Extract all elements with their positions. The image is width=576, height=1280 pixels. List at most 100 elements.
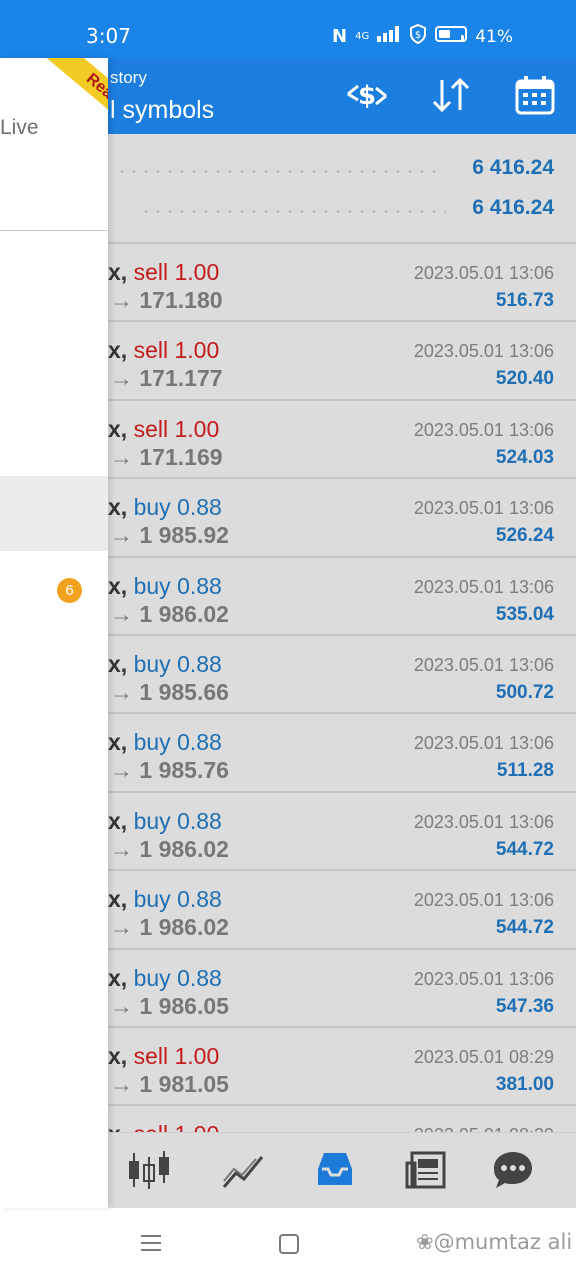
deal-side: sell (133, 1042, 169, 1069)
deal-side: buy (133, 964, 171, 991)
deal-volume: 1.00 (174, 415, 220, 442)
status-time: 3:07 (86, 24, 131, 48)
drawer-item-selected[interactable] (0, 476, 108, 551)
drawer-divider (0, 230, 108, 231)
deal-symbol: x, (108, 729, 128, 756)
chat-icon[interactable] (490, 1149, 536, 1191)
deal-title: x, sell 1.00 (108, 416, 219, 443)
deal-row[interactable]: x, buy 0.88 → 1 985.76 2023.05.01 13:06 511… (108, 712, 576, 790)
deal-symbol: x, (108, 886, 128, 913)
deal-side: buy (133, 494, 171, 521)
svg-text:$: $ (415, 30, 421, 41)
deal-symbol: x, (108, 572, 128, 599)
deal-price: → 1 985.76 (110, 757, 229, 784)
deal-side: sell (134, 1121, 169, 1132)
deal-profit: 520.40 (495, 368, 554, 390)
deal-profit: 524.03 (495, 446, 554, 468)
status-icons: N 4G $ 41% (332, 23, 513, 49)
deal-title: x, buy 0.88 (108, 886, 222, 913)
deal-title: x, buy 0.88 (108, 573, 222, 600)
summary-panel: 6 416.24 6 416.24 (108, 134, 576, 242)
history-icon[interactable] (312, 1149, 358, 1191)
deal-date: 2023.05.01 13:06 (413, 811, 554, 832)
deal-symbol: x, (108, 807, 128, 834)
deal-date: 2023.05.01 13:06 (413, 419, 554, 440)
deal-volume: 1.00 (174, 1042, 220, 1069)
deal-symbol: x, (108, 337, 128, 364)
deal-volume: 1.00 (174, 337, 220, 364)
deal-price: → 1 981.05 (110, 1070, 229, 1097)
deal-profit: 500.72 (495, 681, 554, 703)
deal-symbol: x, (108, 259, 128, 285)
quotes-icon[interactable] (126, 1149, 172, 1191)
calendar-icon[interactable] (512, 74, 558, 116)
deal-row[interactable]: x, buy 0.88 → 1 985.92 2023.05.01 13:06 526… (108, 477, 576, 555)
sort-icon[interactable] (428, 74, 474, 116)
header-title[interactable]: l symbols (110, 96, 214, 125)
deal-row[interactable]: x, buy 0.88 → 1 985.66 2023.05.01 13:06 500… (108, 633, 576, 712)
deal-row[interactable]: x, buy 0.88 → 1 986.02 2023.05.01 13:06 535… (108, 555, 576, 634)
deal-price: → 171.177 (110, 365, 223, 392)
deal-profit: 381.00 (495, 1073, 554, 1095)
deal-price: → 1 986.05 (110, 992, 229, 1019)
deal-date: 2023.05.01 13:06 (413, 890, 554, 911)
deal-side: buy (133, 886, 171, 913)
deal-side: sell (133, 259, 169, 285)
deal-price: → 1 986.02 (110, 914, 229, 941)
deal-date: 2023.05.01 13:06 (413, 576, 554, 597)
deal-profit: 547.36 (495, 995, 554, 1017)
recent-apps-icon[interactable] (140, 1234, 162, 1252)
deal-price: → 1 985.92 (110, 522, 229, 549)
deal-date: 2023.05.01 13:06 (413, 654, 554, 675)
deal-title: x, buy 0.88 (108, 808, 222, 835)
deal-title: x, buy 0.88 (108, 965, 222, 992)
deal-profit: 516.73 (495, 290, 554, 311)
deal-date: 2023.05.01 13:06 (413, 341, 554, 362)
deal-price: → 1 986.02 (110, 835, 229, 862)
deal-row[interactable]: x, sell 1.00 → 171.177 2023.05.01 13:06 520… (108, 320, 576, 398)
deal-row[interactable]: x, buy 0.88 → 1 986.02 2023.05.01 13:06 544… (108, 790, 576, 869)
deal-row[interactable]: x, sell 1.00 2023.05.01 08:29 (108, 1104, 576, 1132)
deal-row[interactable]: x, sell 1.00 → 171.180 2023.05.01 13:06 516… (108, 242, 576, 320)
status-bar: 3:07 N 4G $ 41% (0, 0, 576, 58)
watermark-text: ❀@mumtaz ali (416, 1230, 573, 1254)
deal-date: 2023.05.01 08:29 (414, 1125, 554, 1132)
deal-price: → 1 985.66 (110, 678, 229, 705)
deal-title: x, sell 1.00 (108, 1043, 219, 1070)
deal-volume: 1.00 (174, 259, 220, 285)
deal-row[interactable]: x, buy 0.88 → 1 986.02 2023.05.01 13:06 544… (108, 869, 576, 947)
battery-icon (435, 26, 468, 47)
deal-side: buy (133, 572, 171, 599)
deal-date: 2023.05.01 08:29 (413, 1046, 554, 1067)
chart-icon[interactable] (220, 1149, 266, 1191)
summary-value-2: 6 416.24 (472, 196, 554, 219)
news-icon[interactable] (404, 1149, 450, 1191)
svg-text:$: $ (358, 81, 376, 111)
deal-row[interactable]: x, sell 1.00 → 1 981.05 2023.05.01 08:29 38… (108, 1025, 576, 1104)
deal-profit: 544.72 (495, 917, 554, 939)
account-ribbon-label: Real (43, 58, 108, 134)
deal-volume: 1.00 (174, 1121, 219, 1132)
dollar-exchange-icon[interactable]: $ (344, 74, 390, 116)
deal-title: x, sell 1.00 (108, 259, 219, 286)
shield-icon: $ (409, 23, 427, 49)
deal-date: 2023.05.01 13:06 (413, 733, 554, 754)
deal-profit: 535.04 (495, 603, 554, 625)
deal-date: 2023.05.01 13:06 (413, 263, 554, 283)
bottom-navigation (108, 1132, 576, 1208)
deal-volume: 0.88 (177, 886, 222, 913)
deal-row[interactable]: x, buy 0.88 → 1 986.05 2023.05.01 13:06 547… (108, 947, 576, 1026)
system-navigation-bar: ❀@mumtaz ali (0, 1208, 576, 1280)
deals-list[interactable]: x, sell 1.00 → 171.180 2023.05.01 13:06 516… (108, 242, 576, 1132)
deal-price: → 1 986.02 (110, 600, 229, 627)
deal-title: x, buy 0.88 (108, 651, 222, 678)
home-icon[interactable] (279, 1234, 299, 1254)
deal-symbol: x, (108, 415, 128, 442)
deal-row[interactable]: x, sell 1.00 → 171.169 2023.05.01 13:06 524… (108, 398, 576, 477)
network-type: 4G (355, 31, 370, 42)
deal-date: 2023.05.01 13:06 (413, 498, 554, 519)
account-server-label[interactable]: Live (0, 116, 39, 140)
deal-title: x, buy 0.88 (108, 729, 222, 756)
signal-icon (377, 26, 401, 47)
deal-profit: 511.28 (496, 760, 554, 782)
